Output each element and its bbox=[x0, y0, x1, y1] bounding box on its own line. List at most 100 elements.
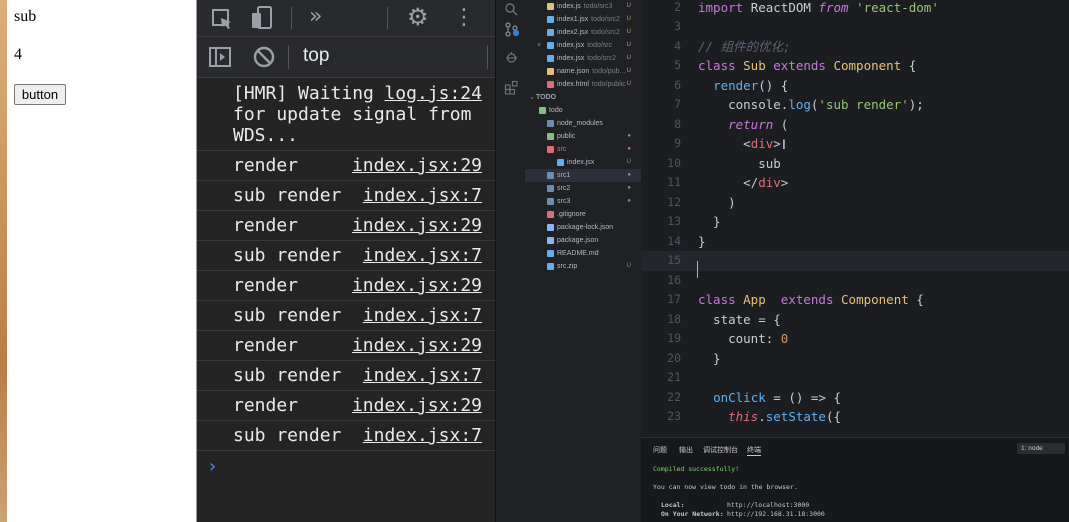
code-token: . bbox=[758, 409, 766, 424]
code-line[interactable]: 7 console.log('sub render'); bbox=[641, 95, 1069, 115]
explorer-section-header[interactable]: ⌄ TODO bbox=[525, 91, 641, 104]
tree-item[interactable]: src.zip U bbox=[525, 260, 641, 273]
log-source-link[interactable]: log.js:24 bbox=[384, 83, 482, 104]
more-panels-icon[interactable]: » bbox=[309, 4, 322, 29]
increment-button[interactable]: button bbox=[14, 84, 66, 105]
git-status-badge: ● bbox=[627, 185, 631, 191]
code-line[interactable]: 18 state = { bbox=[641, 310, 1069, 330]
tree-item[interactable]: src3 ● bbox=[525, 195, 641, 208]
tree-item-label: package-lock.json bbox=[557, 224, 614, 231]
console-log-row: sub render index.jsx:7 bbox=[197, 181, 495, 211]
log-source-link[interactable]: index.jsx:29 bbox=[352, 215, 482, 236]
code-line[interactable]: 19 count: 0 bbox=[641, 329, 1069, 349]
terminal-select[interactable]: 1: node bbox=[1017, 443, 1065, 454]
local-url[interactable]: http://localhost:3000 bbox=[727, 501, 809, 509]
code-token: class bbox=[698, 58, 744, 73]
code-text: </div> bbox=[698, 173, 788, 193]
code-line[interactable]: 9 <div> bbox=[641, 134, 1069, 154]
open-editor-item[interactable]: name.json todo/pub... U bbox=[525, 65, 641, 78]
code-line[interactable]: 22 onClick = () => { bbox=[641, 388, 1069, 408]
git-status-badge: U bbox=[626, 3, 631, 9]
code-line[interactable]: 14} bbox=[641, 232, 1069, 252]
code-line[interactable]: 6 render() { bbox=[641, 76, 1069, 96]
line-number: 20 bbox=[667, 350, 681, 365]
code-line[interactable]: 8 return ( bbox=[641, 115, 1069, 135]
tree-item[interactable]: package.json bbox=[525, 234, 641, 247]
code-line[interactable]: 5 class Sub extends Component { bbox=[641, 56, 1069, 76]
code-line[interactable]: 4 // 组件的优化; bbox=[641, 37, 1069, 57]
tab-terminal[interactable]: 终端 bbox=[747, 445, 761, 456]
file-path: todo/src3 bbox=[583, 3, 613, 10]
debug-icon[interactable] bbox=[504, 50, 519, 65]
tree-item[interactable]: README.md bbox=[525, 247, 641, 260]
tab-debug-console[interactable]: 调试控制台 bbox=[703, 445, 738, 455]
tree-item[interactable]: index.jsx U bbox=[525, 156, 641, 169]
code-token: ); bbox=[908, 97, 924, 112]
folder-icon bbox=[539, 107, 546, 114]
log-source-link[interactable]: index.jsx:7 bbox=[363, 365, 482, 386]
log-source-link[interactable]: index.jsx:7 bbox=[363, 245, 482, 266]
code-line[interactable]: 20 } bbox=[641, 349, 1069, 369]
console-log-row: [HMR] Waiting for update signal from WDS… bbox=[197, 79, 495, 151]
activity-bar bbox=[495, 0, 525, 522]
view-message: You can now view todo in the browser. bbox=[653, 483, 798, 491]
tree-item[interactable]: .gitignore bbox=[525, 208, 641, 221]
code-text: count: 0 bbox=[698, 329, 788, 349]
code-line[interactable]: 3 bbox=[641, 17, 1069, 37]
code-line[interactable]: 23 this.setState({ bbox=[641, 407, 1069, 427]
log-message: sub render bbox=[233, 245, 342, 266]
code-line[interactable]: 21 bbox=[641, 368, 1069, 388]
log-source-link[interactable]: index.jsx:29 bbox=[352, 395, 482, 416]
search-icon[interactable] bbox=[504, 2, 519, 17]
tab-output[interactable]: 输出 bbox=[679, 445, 693, 455]
code-line[interactable]: 17 class App extends Component { bbox=[641, 290, 1069, 310]
close-icon[interactable]: × bbox=[537, 39, 541, 52]
log-source-link[interactable]: index.jsx:7 bbox=[363, 305, 482, 326]
console-prompt-icon[interactable]: › bbox=[209, 456, 216, 477]
kebab-menu-icon[interactable]: ⋮ bbox=[453, 5, 475, 30]
code-text: <div> bbox=[698, 134, 781, 154]
log-source-link[interactable]: index.jsx:29 bbox=[352, 335, 482, 356]
show-sidebar-icon[interactable] bbox=[209, 47, 231, 67]
open-editor-item[interactable]: × index.jsx todo/src U bbox=[525, 39, 641, 52]
code-token: this bbox=[728, 409, 759, 424]
tree-item[interactable]: src ● bbox=[525, 143, 641, 156]
log-source-link[interactable]: index.jsx:29 bbox=[352, 275, 482, 296]
code-line[interactable]: 12 ) bbox=[641, 193, 1069, 213]
source-control-icon[interactable] bbox=[504, 22, 519, 37]
tree-item[interactable]: src2 ● bbox=[525, 182, 641, 195]
code-line[interactable]: 15 bbox=[641, 251, 1069, 271]
open-editor-item[interactable]: index.jsx todo/src2 U bbox=[525, 52, 641, 65]
clear-console-icon[interactable] bbox=[253, 46, 275, 68]
code-line[interactable]: 16 bbox=[641, 271, 1069, 291]
gear-icon[interactable]: ⚙ bbox=[407, 3, 429, 31]
tree-item[interactable]: node_modules bbox=[525, 117, 641, 130]
folder-icon bbox=[547, 120, 554, 127]
code-editor[interactable]: 1import React, { Component } from 'react… bbox=[641, 0, 1069, 437]
tree-item[interactable]: src1 ● bbox=[525, 169, 641, 182]
code-line[interactable]: 10 sub bbox=[641, 154, 1069, 174]
extensions-icon[interactable] bbox=[504, 80, 519, 95]
tree-item[interactable]: todo bbox=[525, 104, 641, 117]
log-message: sub render bbox=[233, 185, 342, 206]
log-source-link[interactable]: index.jsx:7 bbox=[363, 425, 482, 446]
tab-problems[interactable]: 问题 bbox=[653, 445, 667, 455]
device-toolbar-icon[interactable] bbox=[251, 6, 273, 30]
inspect-element-icon[interactable] bbox=[211, 8, 233, 30]
tree-item[interactable]: package-lock.json bbox=[525, 221, 641, 234]
code-line[interactable]: 13 } bbox=[641, 212, 1069, 232]
open-editor-item[interactable]: index2.jsx todo/src2 U bbox=[525, 26, 641, 39]
context-selector[interactable]: top bbox=[303, 45, 329, 67]
open-editor-item[interactable]: index.html todo/public U bbox=[525, 78, 641, 91]
git-file-icon bbox=[547, 211, 554, 218]
tree-item[interactable]: public ● bbox=[525, 130, 641, 143]
open-editor-item[interactable]: index1.jsx todo/src2 U bbox=[525, 13, 641, 26]
code-line[interactable]: 2 import ReactDOM from 'react-dom' bbox=[641, 0, 1069, 17]
log-source-link[interactable]: index.jsx:7 bbox=[363, 185, 482, 206]
code-line[interactable]: 11 </div> bbox=[641, 173, 1069, 193]
log-source-link[interactable]: index.jsx:29 bbox=[352, 155, 482, 176]
network-url[interactable]: http://192.168.31.18:3000 bbox=[727, 510, 825, 518]
open-editor-item[interactable]: index.js todo/src3 U bbox=[525, 0, 641, 13]
mouse-cursor-icon: I bbox=[782, 136, 786, 152]
